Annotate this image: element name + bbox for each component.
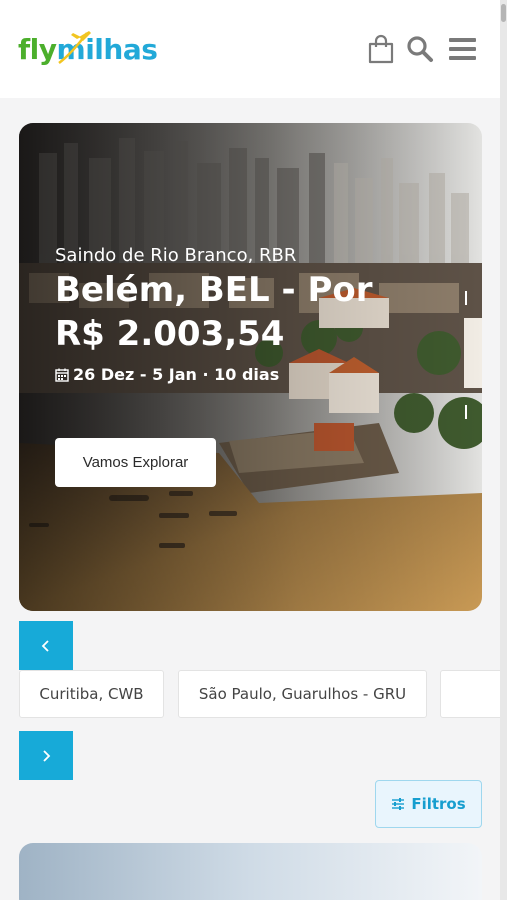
hero-price: R$ 2.003,54 [55, 314, 285, 354]
chevron-left-icon [41, 639, 49, 652]
chip-partial[interactable] [440, 670, 500, 718]
hero-destination-card[interactable]: Saindo de Rio Branco, RBR Belém, BEL - P… [19, 123, 482, 611]
site-header: flymilhas [0, 0, 500, 98]
hero-destination: Belém, BEL - Por [55, 270, 373, 310]
next-destination-card[interactable] [19, 843, 482, 900]
carousel-prev-button[interactable] [19, 621, 73, 670]
carousel-next-button[interactable] [19, 731, 73, 780]
hero-side-indicator [465, 405, 467, 419]
hero-origin: Saindo de Rio Branco, RBR [55, 245, 297, 266]
chip-curitiba[interactable]: Curitiba, CWB [19, 670, 164, 718]
scrollbar-thumb[interactable] [501, 4, 506, 22]
hero-text: Saindo de Rio Branco, RBR Belém, BEL - P… [55, 244, 373, 386]
chip-sao-paulo[interactable]: São Paulo, Guarulhos - GRU [178, 670, 427, 718]
explore-button[interactable]: Vamos Explorar [55, 438, 216, 487]
sliders-icon [392, 798, 405, 810]
search-icon[interactable] [405, 34, 435, 64]
filters-label: Filtros [411, 795, 466, 813]
filters-button[interactable]: Filtros [375, 780, 482, 828]
destination-chips: Curitiba, CWB São Paulo, Guarulhos - GRU [19, 670, 500, 718]
flymilhas-logo[interactable]: flymilhas [18, 30, 158, 70]
chevron-right-icon [43, 749, 51, 762]
shopping-bag-icon[interactable] [366, 34, 396, 64]
hamburger-menu-icon[interactable] [447, 34, 477, 64]
airplane-logo-icon [58, 31, 91, 64]
next-card-photo [19, 843, 482, 900]
page-scrollbar[interactable] [500, 0, 507, 900]
hero-dates: 26 Dez - 5 Jan · 10 dias [55, 364, 373, 386]
hero-side-indicator [465, 291, 467, 305]
calendar-icon [55, 368, 69, 382]
hero-dates-text: 26 Dez - 5 Jan · 10 dias [73, 365, 280, 384]
logo-fly-text: fly [18, 33, 57, 66]
